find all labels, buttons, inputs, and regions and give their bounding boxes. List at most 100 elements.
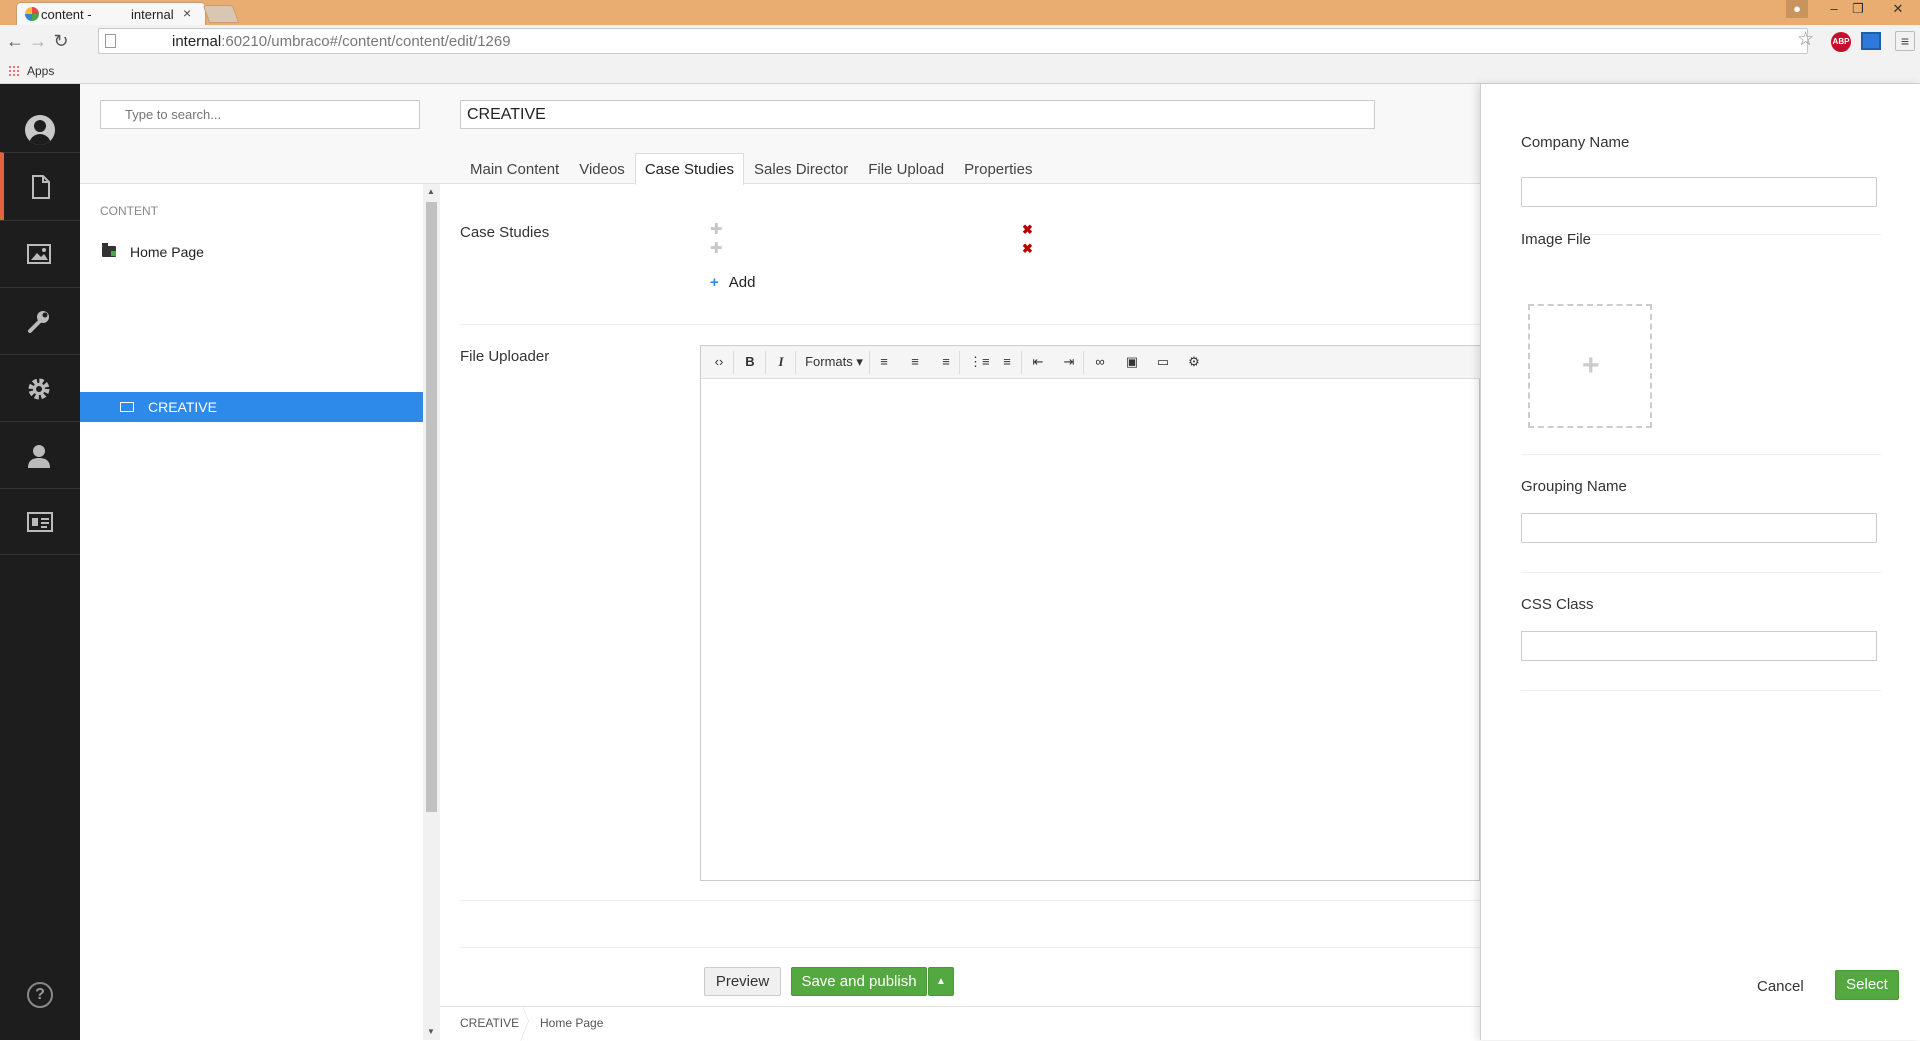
tab-sales-director[interactable]: Sales Director bbox=[744, 153, 858, 184]
add-case-study-button[interactable]: + Add bbox=[710, 274, 755, 291]
address-bar[interactable]: internal:60210/umbraco#/content/content/… bbox=[98, 28, 1808, 54]
content-tree-panel: CONTENT Home Page CREATIVE ▲ ▼ bbox=[80, 84, 440, 1040]
breadcrumb-item[interactable]: Home Page bbox=[540, 1016, 603, 1030]
embed-media-icon[interactable]: ▭ bbox=[1156, 353, 1170, 371]
macro-icon[interactable]: ⚙ bbox=[1187, 353, 1201, 371]
tab-case-studies[interactable]: Case Studies bbox=[634, 153, 745, 185]
apps-bookmark[interactable]: Apps bbox=[27, 64, 54, 78]
align-center-icon[interactable]: ≡ bbox=[908, 353, 922, 371]
scroll-up-icon[interactable]: ▲ bbox=[427, 187, 435, 196]
property-divider bbox=[460, 324, 1480, 325]
indent-icon[interactable]: ⇥ bbox=[1062, 353, 1076, 371]
nav-content[interactable] bbox=[0, 152, 80, 220]
nav-users[interactable] bbox=[0, 421, 80, 488]
bookmark-star-icon[interactable]: ☆ bbox=[1797, 28, 1814, 51]
page-icon bbox=[105, 34, 116, 48]
help-icon[interactable]: ? bbox=[27, 982, 53, 1008]
save-and-publish-button[interactable]: Save and publish bbox=[791, 967, 927, 996]
nav-media[interactable] bbox=[0, 220, 80, 287]
insert-image-icon[interactable]: ▣ bbox=[1125, 353, 1139, 371]
formats-dropdown[interactable]: Formats ▾ bbox=[803, 353, 865, 371]
field-divider bbox=[1521, 690, 1881, 691]
id-card-icon bbox=[27, 512, 53, 532]
forward-icon[interactable]: → bbox=[27, 30, 49, 52]
url-text: internal:60210/umbraco#/content/content/… bbox=[172, 33, 511, 50]
bold-icon[interactable]: B bbox=[743, 353, 757, 371]
tab-main-content[interactable]: Main Content bbox=[460, 153, 569, 184]
grouping-name-input[interactable] bbox=[1521, 513, 1877, 543]
publish-options-caret-icon[interactable]: ▲ bbox=[928, 967, 954, 996]
extension-icon[interactable] bbox=[1861, 32, 1881, 50]
plus-icon: + bbox=[710, 274, 719, 291]
numbered-list-icon[interactable]: ≡ bbox=[1000, 353, 1014, 371]
document-image-icon bbox=[120, 402, 134, 412]
tab-videos[interactable]: Videos bbox=[569, 153, 635, 184]
rte-content-area[interactable] bbox=[701, 379, 1479, 880]
url-host: internal bbox=[172, 33, 222, 50]
rich-text-editor: ‹› B I Formats ▾ ≡ ≡ ≡ ⋮≡ ≡ ⇤ ⇥ ∞ ▣ ▭ ⚙ bbox=[700, 345, 1481, 881]
tree-node-home-page[interactable]: Home Page bbox=[80, 237, 423, 267]
source-code-icon[interactable]: ‹› bbox=[711, 353, 727, 371]
browser-tab[interactable]: content - internal × bbox=[16, 2, 206, 25]
drag-handle-icon[interactable]: ✚ bbox=[710, 239, 723, 257]
bullet-list-icon[interactable]: ⋮≡ bbox=[969, 353, 990, 371]
user-avatar-icon[interactable] bbox=[25, 115, 55, 145]
nav-developer[interactable] bbox=[0, 354, 80, 421]
company-name-label: Company Name bbox=[1521, 134, 1630, 151]
node-name-input[interactable] bbox=[460, 100, 1375, 129]
link-icon[interactable]: ∞ bbox=[1092, 353, 1108, 371]
tab-properties[interactable]: Properties bbox=[954, 153, 1042, 184]
reload-icon[interactable]: ↻ bbox=[50, 30, 72, 52]
outdent-icon[interactable]: ⇤ bbox=[1031, 353, 1045, 371]
nav-members[interactable] bbox=[0, 488, 80, 555]
apps-grid-icon[interactable] bbox=[8, 65, 20, 77]
nav-settings[interactable] bbox=[0, 287, 80, 354]
image-file-label: Image File bbox=[1521, 231, 1592, 248]
restore-button[interactable]: ❐ bbox=[1844, 0, 1872, 18]
css-class-input[interactable] bbox=[1521, 631, 1877, 661]
case-studies-label: Case Studies bbox=[460, 224, 550, 241]
search-input[interactable] bbox=[100, 100, 420, 129]
image-icon bbox=[27, 244, 51, 264]
tree-section-title: CONTENT bbox=[100, 204, 158, 218]
close-window-button[interactable]: ✕ bbox=[1880, 0, 1916, 18]
align-left-icon[interactable]: ≡ bbox=[877, 353, 891, 371]
favicon-icon bbox=[25, 7, 39, 21]
breadcrumb-item[interactable]: CREATIVE bbox=[460, 1016, 519, 1030]
file-uploader-label: File Uploader bbox=[460, 348, 550, 365]
content-editor: Main Content Videos Case Studies Sales D… bbox=[440, 84, 1481, 1041]
remove-item-icon[interactable]: ✖ bbox=[1022, 222, 1033, 238]
browser-toolbar: ← → ↻ internal:60210/umbraco#/content/co… bbox=[0, 25, 1920, 59]
select-button[interactable]: Select bbox=[1835, 970, 1899, 1000]
image-picker[interactable]: + bbox=[1528, 304, 1652, 428]
tree-node-label: CREATIVE bbox=[148, 399, 217, 415]
scrollbar-thumb[interactable] bbox=[426, 202, 437, 812]
tree-header bbox=[80, 84, 440, 184]
scroll-down-icon[interactable]: ▼ bbox=[427, 1027, 435, 1036]
plus-icon: + bbox=[1582, 349, 1600, 382]
tab-close-icon[interactable]: × bbox=[183, 5, 191, 21]
browser-titlebar: content - internal × ● – ❐ ✕ bbox=[0, 0, 1920, 25]
umbraco-app: ? CONTENT Home Page CREATIVE ▲ ▼ Main Co… bbox=[0, 84, 1920, 1041]
drag-handle-icon[interactable]: ✚ bbox=[710, 220, 723, 238]
adblock-extension-icon[interactable]: ABP bbox=[1831, 32, 1851, 52]
cancel-button[interactable]: Cancel bbox=[1757, 978, 1804, 995]
tree-node-creative[interactable]: CREATIVE bbox=[80, 392, 423, 422]
remove-item-icon[interactable]: ✖ bbox=[1022, 241, 1033, 257]
back-icon[interactable]: ← bbox=[4, 30, 26, 52]
css-class-label: CSS Class bbox=[1521, 596, 1594, 613]
breadcrumb: CREATIVE Home Page bbox=[440, 1006, 1480, 1041]
company-name-input[interactable] bbox=[1521, 177, 1877, 207]
align-right-icon[interactable]: ≡ bbox=[939, 353, 953, 371]
section-nav: ? bbox=[0, 84, 80, 1040]
preview-button[interactable]: Preview bbox=[704, 967, 781, 996]
browser-menu-icon[interactable]: ≡ bbox=[1895, 31, 1915, 51]
italic-icon[interactable]: I bbox=[774, 353, 788, 371]
new-tab-button[interactable] bbox=[202, 5, 240, 23]
property-divider bbox=[460, 900, 1480, 901]
profile-icon[interactable]: ● bbox=[1786, 0, 1808, 18]
field-divider bbox=[1521, 454, 1881, 455]
tree-scrollbar[interactable]: ▲ ▼ bbox=[423, 184, 440, 1040]
tab-file-upload[interactable]: File Upload bbox=[858, 153, 954, 184]
folder-icon bbox=[102, 243, 116, 257]
